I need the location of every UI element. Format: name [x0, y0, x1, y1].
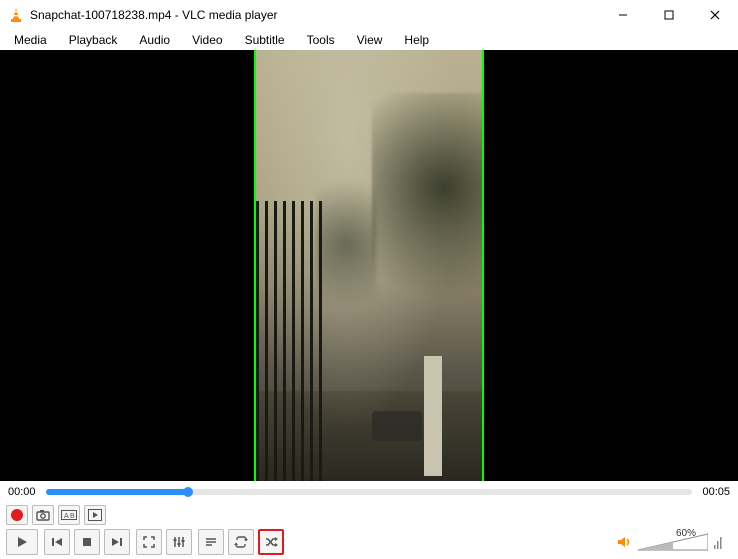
main-controls: 60% — [0, 527, 738, 559]
close-button[interactable] — [692, 0, 738, 30]
menu-bar: Media Playback Audio Video Subtitle Tool… — [0, 30, 738, 50]
seek-slider[interactable] — [46, 489, 692, 495]
controls-panel: 00:00 00:05 AB — [0, 481, 738, 559]
shuffle-icon — [264, 535, 278, 549]
playlist-button[interactable] — [198, 529, 224, 555]
skip-next-icon — [110, 535, 124, 549]
loop-ab-button[interactable]: AB — [58, 505, 80, 525]
camera-icon — [36, 509, 50, 521]
volume-percent: 60% — [676, 528, 696, 539]
record-icon — [11, 509, 23, 521]
svg-text:A: A — [64, 513, 69, 520]
record-button[interactable] — [6, 505, 28, 525]
svg-text:B: B — [70, 513, 75, 520]
shuffle-button[interactable] — [258, 529, 284, 555]
menu-subtitle[interactable]: Subtitle — [235, 31, 295, 49]
frame-step-icon — [88, 509, 102, 521]
previous-button[interactable] — [44, 529, 70, 555]
play-button[interactable] — [6, 529, 38, 555]
playlist-icon — [204, 535, 218, 549]
frame-step-button[interactable] — [84, 505, 106, 525]
seek-row: 00:00 00:05 — [0, 481, 738, 503]
total-duration[interactable]: 00:05 — [698, 486, 730, 498]
play-icon — [15, 535, 29, 549]
maximize-button[interactable] — [646, 0, 692, 30]
menu-video[interactable]: Video — [182, 31, 232, 49]
loop-button[interactable] — [228, 529, 254, 555]
snapshot-button[interactable] — [32, 505, 54, 525]
advanced-toolbar: AB — [0, 503, 738, 527]
video-output[interactable] — [0, 50, 738, 481]
video-frame — [254, 50, 484, 481]
menu-help[interactable]: Help — [394, 31, 439, 49]
menu-tools[interactable]: Tools — [297, 31, 345, 49]
menu-view[interactable]: View — [347, 31, 393, 49]
elapsed-time[interactable]: 00:00 — [8, 486, 40, 498]
menu-audio[interactable]: Audio — [129, 31, 180, 49]
menu-playback[interactable]: Playback — [59, 31, 128, 49]
title-bar: Snapchat-100718238.mp4 - VLC media playe… — [0, 0, 738, 30]
next-button[interactable] — [104, 529, 130, 555]
skip-previous-icon — [50, 535, 64, 549]
equalizer-icon — [172, 535, 186, 549]
window-controls — [600, 0, 738, 30]
volume-max-icon — [714, 535, 722, 549]
extended-settings-button[interactable] — [166, 529, 192, 555]
window-title: Snapchat-100718238.mp4 - VLC media playe… — [30, 8, 600, 22]
minimize-button[interactable] — [600, 0, 646, 30]
stop-button[interactable] — [74, 529, 100, 555]
loop-icon — [234, 535, 248, 549]
vlc-cone-icon — [8, 7, 24, 23]
volume-slider[interactable]: 60% — [638, 532, 708, 552]
speaker-icon[interactable] — [616, 534, 632, 550]
fullscreen-button[interactable] — [136, 529, 162, 555]
volume-control: 60% — [616, 532, 732, 552]
menu-media[interactable]: Media — [4, 31, 57, 49]
stop-icon — [81, 536, 93, 548]
fullscreen-icon — [142, 535, 156, 549]
loop-ab-icon: AB — [61, 509, 77, 521]
